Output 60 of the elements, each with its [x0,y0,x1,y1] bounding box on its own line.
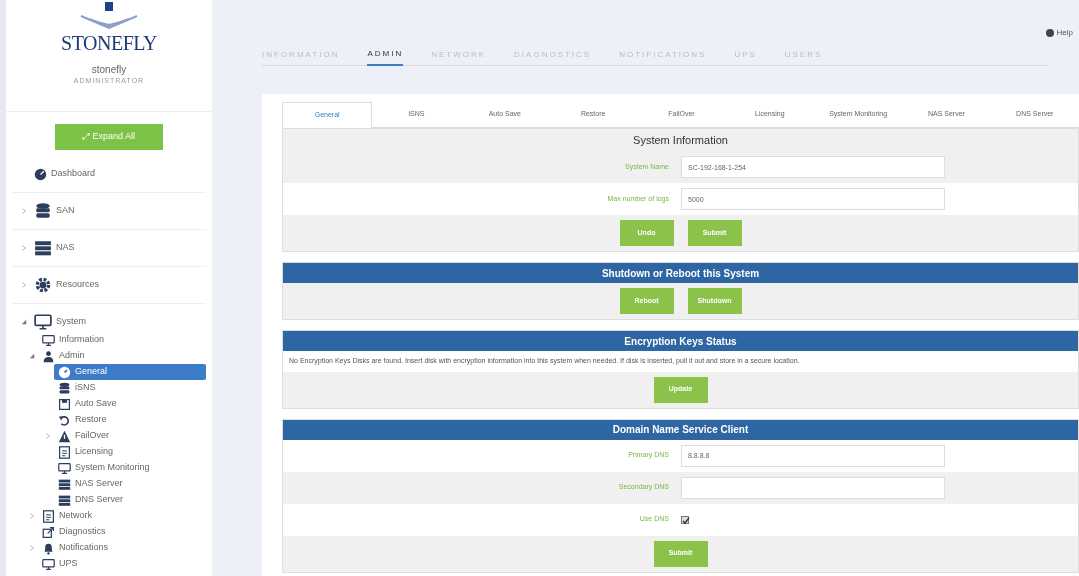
tree-item[interactable]: Information [38,332,206,348]
tree-item[interactable]: System [30,312,206,332]
tree-item[interactable]: Network [38,508,206,524]
tree-item[interactable]: DNS Server [54,492,206,508]
tree-item[interactable]: NAS Server [54,476,206,492]
user-name: stonefly [91,64,127,76]
logo-icon [79,2,139,32]
expand-caret-icon[interactable] [21,282,27,288]
tree-item[interactable]: SAN [30,201,206,221]
help-icon [1045,29,1054,37]
expand-caret-icon[interactable] [29,513,35,519]
panel-header: Encryption Keys Status [283,331,1078,351]
expand-caret-icon[interactable] [45,433,51,439]
expand-caret-icon[interactable] [21,245,27,251]
tree-item[interactable]: iSNS [54,380,206,396]
nav-tab[interactable]: ADMIN [367,44,404,66]
tree-item[interactable]: Diagnostics [38,524,206,540]
checkbox[interactable] [681,515,689,524]
bell-icon [42,541,55,555]
user-icon [42,349,55,363]
tree-item[interactable]: Restore [54,412,206,428]
collapse-caret-icon[interactable] [21,319,27,325]
document-icon [42,509,55,523]
tree-item[interactable]: Licensing [54,444,206,460]
tree-item[interactable]: UPS [38,556,206,572]
warning-icon [58,429,71,443]
tree-item[interactable]: General [54,364,206,380]
monitor-icon [34,313,52,331]
collapse-caret-icon[interactable] [29,353,35,359]
text-field[interactable] [681,476,945,499]
tree-item[interactable]: Dashboard [30,164,206,184]
database-icon [34,202,52,220]
server-rack-icon [58,493,71,507]
external-link-icon [42,525,55,539]
tree-item[interactable]: NAS [30,238,206,258]
monitor-icon [42,557,55,571]
logo-text: STONEFLY [61,32,157,54]
panel-title: System Information [633,132,728,148]
server-rack-icon [34,239,52,257]
settings-icon [34,276,52,294]
save-icon [58,397,71,411]
server-rack-icon [58,477,71,491]
database-icon [58,381,71,395]
tree-item[interactable]: System Monitoring [54,460,206,476]
expand-caret-icon[interactable] [21,208,27,214]
panel-header: Domain Name Service Client [283,419,1078,440]
help-link[interactable]: Help [1045,27,1073,39]
panel-header: Shutdown or Reboot this System [283,263,1078,283]
monitor-icon [42,333,55,347]
gauge-icon [58,365,71,379]
undo-icon [58,413,71,427]
document-icon [58,445,71,459]
tree-item[interactable]: Resources [30,275,206,295]
tree-item[interactable]: Notifications [38,540,206,556]
tree-item[interactable]: Auto Save [54,396,206,412]
tree-item[interactable]: Admin [38,348,206,364]
dashboard-icon [34,167,47,181]
expand-caret-icon[interactable] [29,545,35,551]
tree-item[interactable]: FailOver [54,428,206,444]
monitor-icon [58,461,71,475]
